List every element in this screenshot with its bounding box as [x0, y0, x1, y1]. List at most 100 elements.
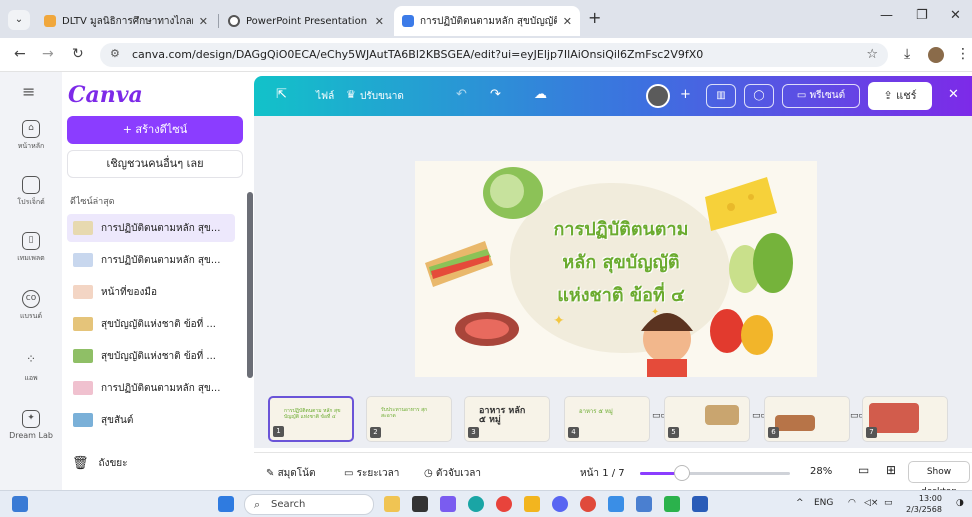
rail-item-apps[interactable]: ⁘ แอพ [0, 352, 62, 384]
page-thumbnail[interactable]: 7 [862, 396, 948, 442]
page-view-icon[interactable]: ▭ [858, 463, 869, 477]
widgets-icon[interactable] [12, 496, 28, 512]
slide-page[interactable]: ✦ ✦ การปฏิบัติตนตาม หลัก สุขบัญญัติ แห่ง… [415, 161, 817, 377]
side-panel-scrollbar[interactable] [247, 192, 253, 378]
invite-people-button[interactable]: เชิญชวนคนอื่นๆ เลย [67, 150, 243, 178]
dltv-favicon-icon [44, 15, 56, 27]
edge-icon[interactable] [468, 496, 484, 512]
taskbar-clock[interactable]: 13:00 2/3/2568 [906, 493, 942, 515]
rail-item-brand[interactable]: co แบรนด์ [0, 290, 62, 322]
resize-menu[interactable]: ปรับขนาด [360, 89, 404, 104]
recent-design-item[interactable]: การปฏิบัติตนตามหลัก สุข... [67, 246, 235, 274]
page-thumbnail[interactable]: รับประทานอาหาร สุก สะอาด 2 [366, 396, 452, 442]
slide-title[interactable]: การปฏิบัติตนตาม หลัก สุขบัญญัติ แห่งชาติ… [531, 213, 711, 312]
browser-tab-canva[interactable]: การปฏิบัติตนตามหลัก สุขบัญญัติแห่ง ✕ [394, 6, 580, 36]
discord-icon[interactable] [552, 496, 568, 512]
close-tab-icon[interactable]: ✕ [199, 15, 208, 28]
windows-taskbar: ⌕ Search ^ ENG ◠ ◁× ▭ 13:00 2/3/2568 ◑ [0, 490, 972, 517]
hamburger-menu-icon[interactable]: ≡ [22, 82, 35, 101]
bookmark-star-icon[interactable]: ☆ [866, 47, 878, 62]
recent-design-item[interactable]: สุขสันต์ [67, 406, 235, 434]
photos-icon[interactable] [608, 496, 624, 512]
analytics-icon[interactable]: ▥ [706, 84, 736, 108]
chrome-icon[interactable] [580, 496, 596, 512]
site-settings-icon[interactable]: ⚙ [110, 47, 120, 60]
timer-button[interactable]: ◷ ตัวจับเวลา [424, 466, 481, 481]
file-explorer-icon[interactable] [524, 496, 540, 512]
page-indicator[interactable]: หน้า 1 / 7 [580, 466, 625, 481]
input-language[interactable]: ENG [814, 498, 833, 508]
tab-search-menu-button[interactable]: ⌄ [8, 10, 30, 30]
search-icon: ⌕ [254, 498, 261, 511]
task-view-icon[interactable] [412, 496, 428, 512]
grid-view-icon[interactable]: ⊞ [886, 463, 896, 477]
rail-item-home[interactable]: ⌂ หน้าหลัก [0, 120, 62, 152]
minimize-icon[interactable]: — [880, 8, 893, 23]
profile-avatar[interactable] [928, 47, 944, 63]
rail-item-dream-lab[interactable]: ✦ Dream Lab [0, 410, 62, 440]
rail-item-templates[interactable]: ▯ เทมเพลต [0, 232, 62, 264]
forward-arrow-icon[interactable]: → [42, 46, 54, 62]
new-tab-button[interactable]: + [588, 8, 601, 27]
recent-design-item[interactable]: หน้าที่ของมือ [67, 278, 235, 306]
page-thumbnail[interactable]: อาหาร หลัก ๕ หมู่ 3 [464, 396, 550, 442]
zoom-slider-handle[interactable] [674, 465, 690, 481]
taskbar-app-icon[interactable] [440, 496, 456, 512]
browser-tab-dltv[interactable]: DLTV มูลนิธิการศึกษาทางไกลผ่านดา ✕ [36, 6, 216, 36]
taskbar-search[interactable]: ⌕ Search [244, 494, 374, 515]
duration-button[interactable]: ▭ ระยะเวลา [344, 466, 399, 481]
reload-icon[interactable]: ↻ [72, 46, 84, 62]
taskbar-app-icon[interactable] [384, 496, 400, 512]
address-bar[interactable]: ⚙ canva.com/design/DAGgQiO0ECA/eChy5WJAu… [100, 43, 888, 67]
tab-divider [218, 14, 219, 28]
recent-design-item[interactable]: การปฏิบัติตนตามหลัก สุข... [67, 214, 235, 242]
download-icon[interactable]: ⤓ [904, 46, 910, 62]
page-thumbnail[interactable]: 6 [764, 396, 850, 442]
present-button[interactable]: ▭ พรีเซนต์ [782, 84, 860, 108]
thumbnail-text: อาหาร ๕ หมู่ [579, 408, 613, 415]
present-label: พรีเซนต์ [809, 90, 846, 101]
recent-design-item[interactable]: การปฏิบัติตนตามหลัก สุข... [67, 374, 235, 402]
browser-menu-icon[interactable]: ⋮ [956, 46, 970, 62]
close-tab-icon[interactable]: ✕ [375, 15, 384, 28]
page-thumbnail[interactable]: การปฏิบัติตนตาม หลัก สุขบัญญัติ แห่งชาติ… [268, 396, 354, 442]
recent-design-item[interactable]: สุขบัญญัติแห่งชาติ ข้อที่ ... [67, 310, 235, 338]
create-design-button[interactable]: + สร้างดีไซน์ [67, 116, 243, 144]
close-window-icon[interactable]: ✕ [950, 8, 961, 23]
back-arrow-icon[interactable]: ← [14, 46, 26, 62]
file-menu[interactable]: ไฟล์ [316, 89, 334, 104]
rail-item-projects[interactable]: โปรเจ็กต์ [0, 176, 62, 208]
office-icon[interactable] [496, 496, 512, 512]
trash-link[interactable]: 🗑 ถังขยะ [72, 456, 128, 471]
thumbnail-text: รับประทานอาหาร สุก สะอาด [381, 407, 428, 419]
share-button[interactable]: ⇪ แชร์ [868, 82, 932, 110]
thumbnail-text: การปฏิบัติตนตาม หลัก สุขบัญญัติ แห่งชาติ… [284, 408, 341, 420]
canva-logo[interactable]: Canva [68, 82, 143, 108]
battery-icon[interactable]: ▭ [884, 498, 893, 508]
tray-overflow-icon[interactable]: ^ [796, 498, 804, 508]
zoom-percentage[interactable]: 28% [810, 466, 832, 477]
wifi-icon[interactable]: ◠ [848, 498, 856, 508]
cloud-saved-icon[interactable]: ☁ [534, 87, 547, 102]
close-editor-icon[interactable]: ✕ [948, 87, 959, 102]
restore-icon[interactable]: ❐ [916, 8, 928, 23]
line-icon[interactable] [664, 496, 680, 512]
notification-icon[interactable]: ◑ [956, 498, 964, 508]
recent-design-item[interactable]: สุขบัญญัติแห่งชาติ ข้อที่ ... [67, 342, 235, 370]
start-windows-icon[interactable] [218, 496, 234, 512]
add-collaborator-icon[interactable]: + [680, 87, 691, 102]
redo-icon[interactable]: ↷ [490, 87, 501, 102]
undo-icon[interactable]: ↶ [456, 87, 467, 102]
page-thumbnail[interactable]: 5 [664, 396, 750, 442]
browser-tab-powerpoint[interactable]: PowerPoint Presentation ✕ [220, 6, 392, 36]
svg-text:✦: ✦ [553, 313, 565, 329]
volume-icon[interactable]: ◁× [864, 498, 878, 508]
collaborator-avatar[interactable] [646, 84, 670, 108]
taskbar-app-icon[interactable] [636, 496, 652, 512]
page-thumbnail[interactable]: อาหาร ๕ หมู่ 4 [564, 396, 650, 442]
comment-icon[interactable]: ◯ [744, 84, 774, 108]
open-panel-icon[interactable]: ⇱ [276, 87, 287, 102]
word-icon[interactable] [692, 496, 708, 512]
close-tab-icon[interactable]: ✕ [563, 15, 572, 28]
notes-button[interactable]: ✎ สมุดโน้ต [266, 466, 315, 481]
